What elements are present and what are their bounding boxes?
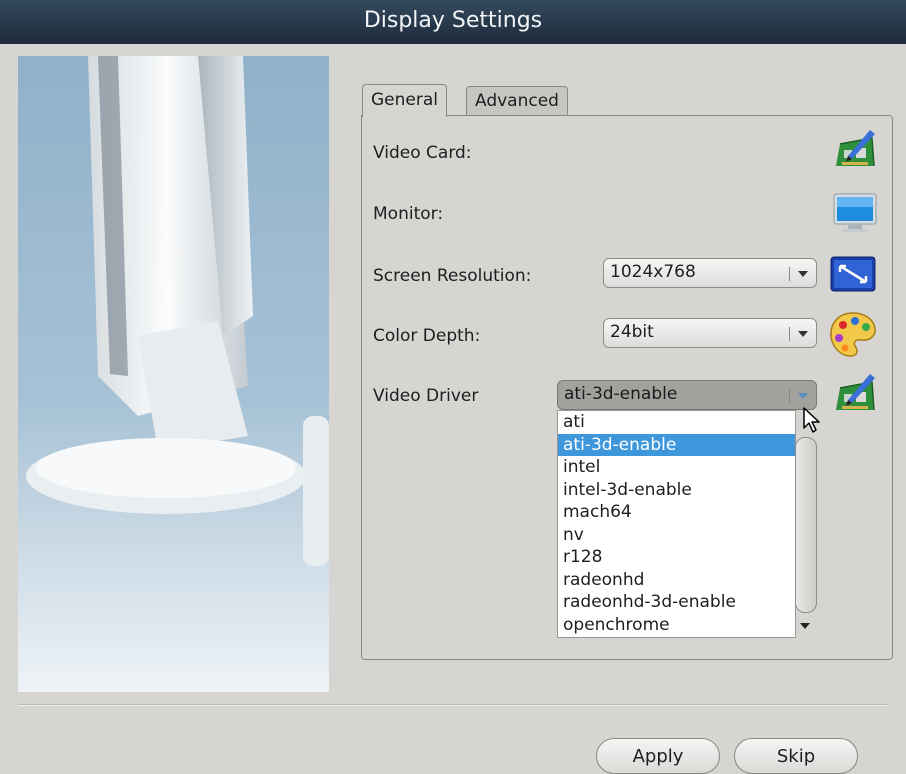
list-item[interactable]: radeonhd [558,569,795,592]
window-title-bar: Display Settings [0,0,906,44]
video-driver-select[interactable]: ati-3d-enable [557,380,817,410]
combo-separator [789,267,790,281]
chevron-down-icon [798,331,808,337]
monitor-illustration [18,56,329,692]
combo-separator [789,327,790,341]
scrollbar-thumb[interactable] [795,437,817,613]
screen-resolution-value: 1024x768 [610,262,696,282]
scroll-down-arrow-icon[interactable] [800,623,810,629]
screen-resolution-select[interactable]: 1024x768 [603,258,817,288]
combo-separator [789,389,790,403]
list-item[interactable]: ati [558,411,795,434]
color-depth-value: 24bit [610,322,654,342]
color-depth-select[interactable]: 24bit [603,318,817,348]
monitor-icon[interactable] [832,190,880,234]
video-card-icon[interactable] [830,128,878,172]
video-driver-dropdown-list: ati ati-3d-enable intel intel-3d-enable … [557,410,796,638]
screen-resolution-label: Screen Resolution: [373,266,532,286]
footer-divider [18,704,888,706]
chevron-down-icon [798,271,808,277]
color-depth-label: Color Depth: [373,326,481,346]
apply-button[interactable]: Apply [596,738,720,774]
list-item[interactable]: intel-3d-enable [558,479,795,502]
palette-icon[interactable] [828,310,878,360]
chevron-down-icon [798,393,808,399]
skip-button[interactable]: Skip [734,738,858,774]
tab-advanced[interactable]: Advanced [466,86,568,115]
video-driver-value: ati-3d-enable [564,384,678,404]
monitor-photo-icon [26,56,329,566]
window-title: Display Settings [363,8,543,33]
list-item[interactable]: radeonhd-3d-enable [558,591,795,614]
tab-general[interactable]: General [362,84,447,117]
list-item[interactable]: ati-3d-enable [558,433,795,456]
list-item[interactable]: openchrome [558,614,795,637]
resolution-icon[interactable] [830,256,876,292]
video-card-label: Video Card: [373,143,472,163]
driver-icon[interactable] [830,372,878,416]
monitor-label: Monitor: [373,204,444,224]
list-item[interactable]: nv [558,524,795,547]
list-item[interactable]: r128 [558,546,795,569]
video-driver-label: Video Driver [373,386,479,406]
list-item[interactable]: intel [558,456,795,479]
list-item[interactable]: mach64 [558,501,795,524]
mouse-pointer-icon [802,406,824,434]
dropdown-scrollbar[interactable] [794,437,818,613]
